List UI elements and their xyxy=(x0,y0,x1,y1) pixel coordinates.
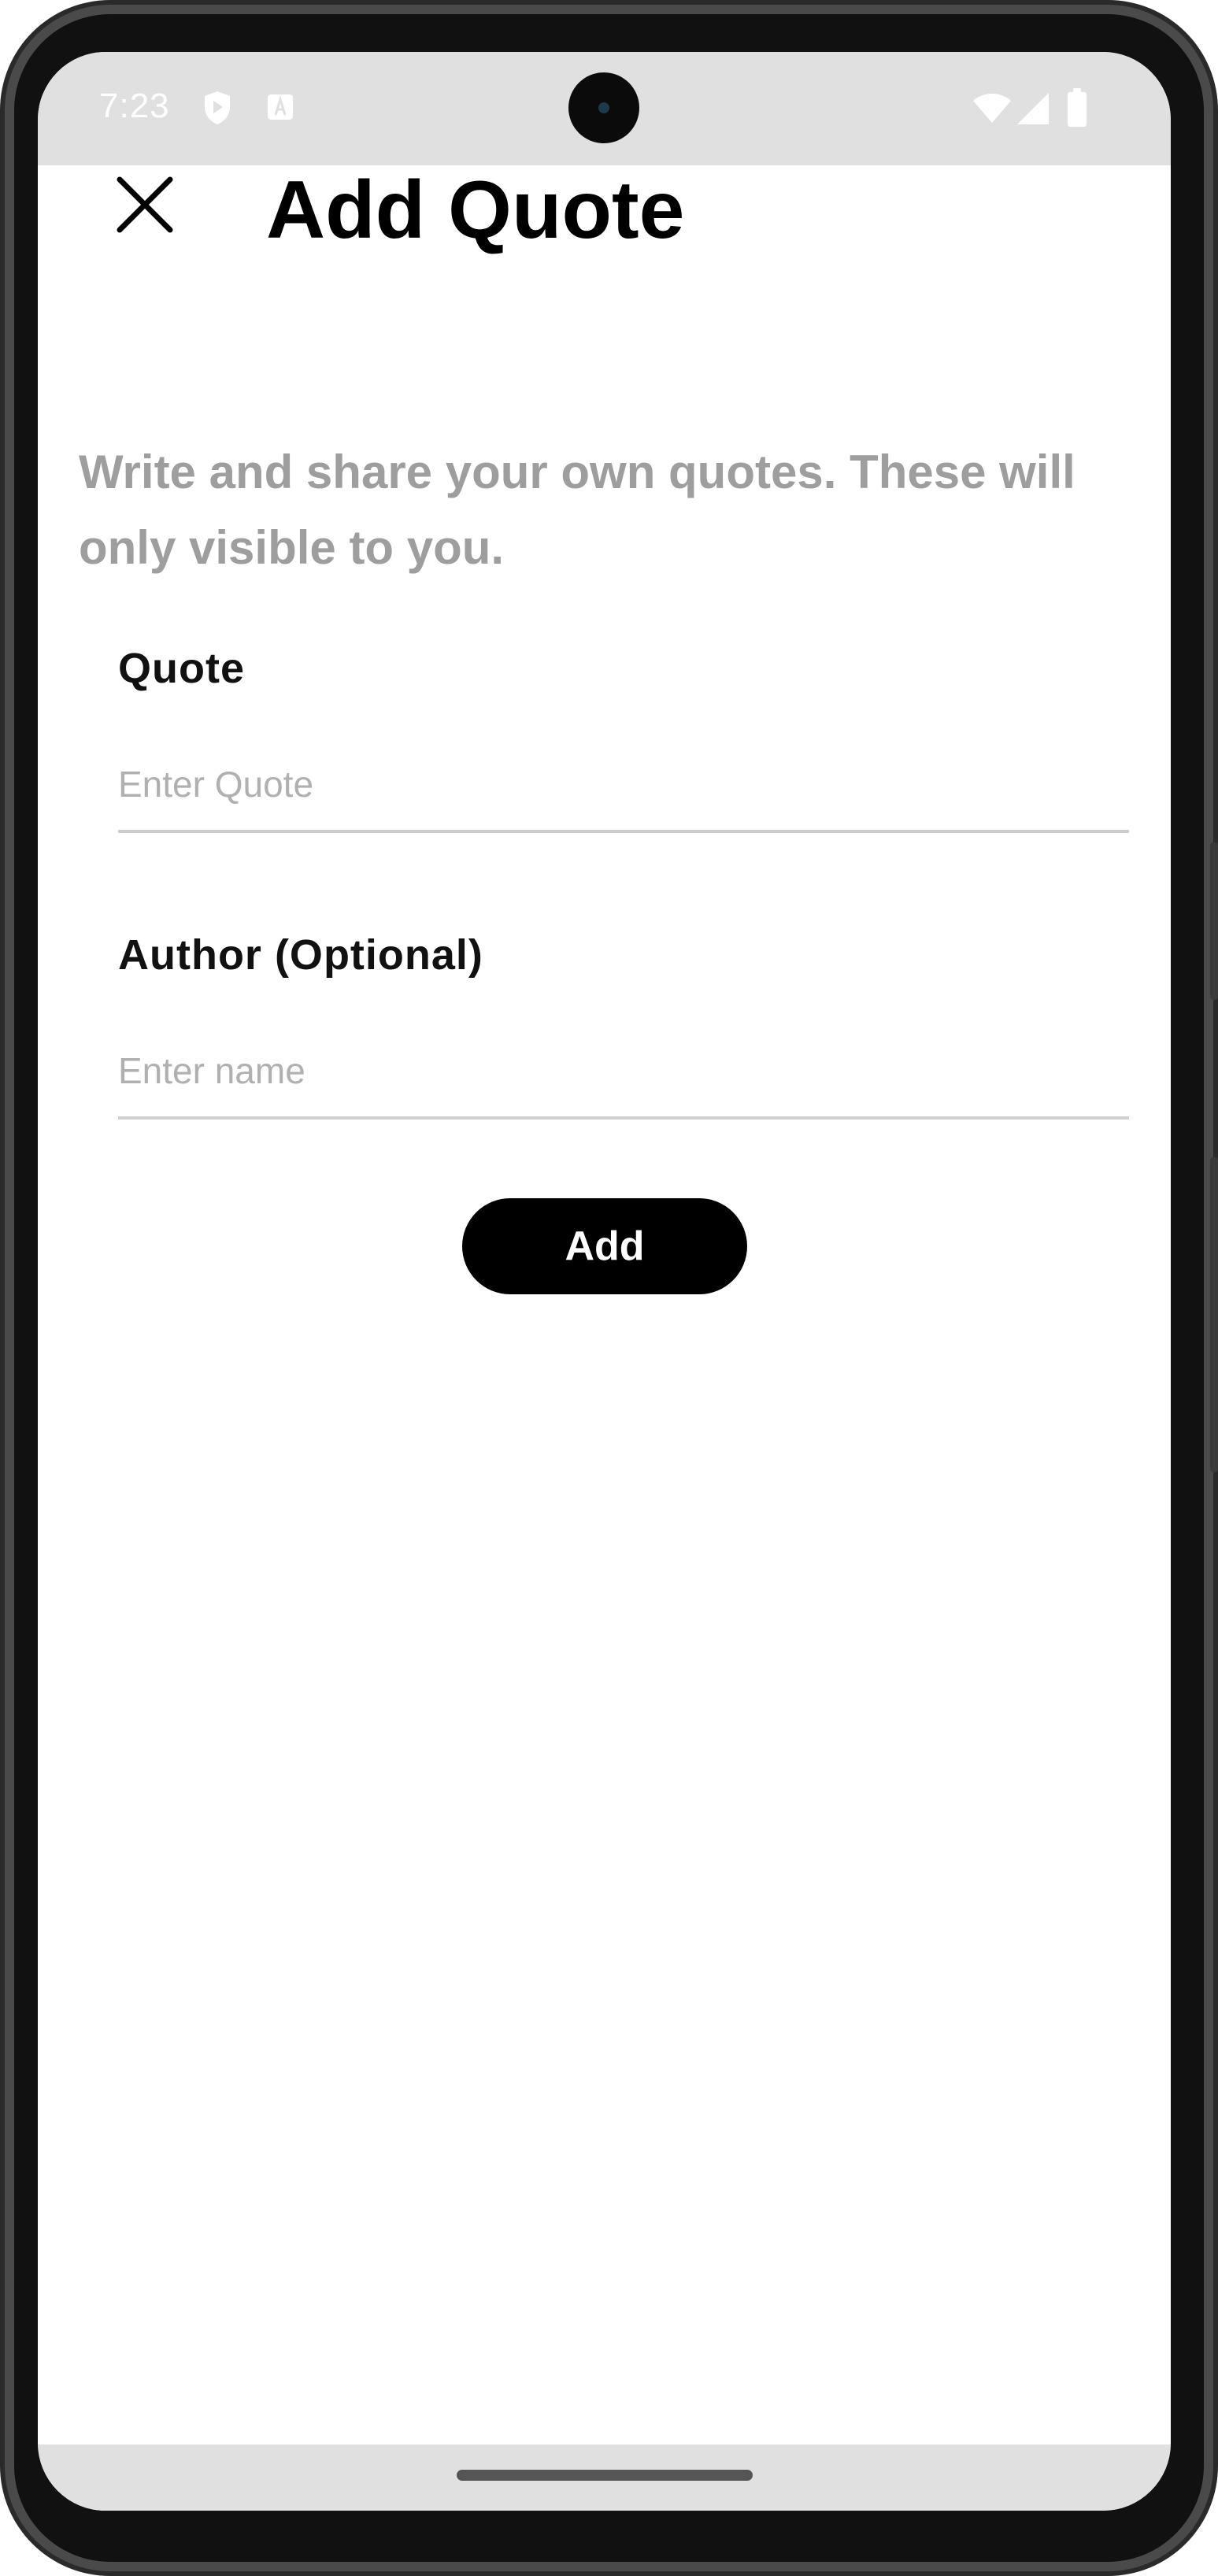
add-button[interactable]: Add xyxy=(462,1198,747,1294)
battery-icon xyxy=(1068,88,1087,127)
shield-icon xyxy=(205,91,230,124)
close-button[interactable] xyxy=(107,167,183,242)
volume-button xyxy=(1210,842,1218,1000)
home-indicator[interactable] xyxy=(457,2470,753,2481)
quote-input[interactable] xyxy=(118,738,1129,833)
quote-label: Quote xyxy=(118,645,245,692)
close-icon xyxy=(117,176,173,233)
author-input[interactable] xyxy=(118,1025,1129,1120)
description-text: Write and share your own quotes. These w… xyxy=(79,446,1075,574)
signal-icon xyxy=(1017,93,1049,124)
navigation-bar xyxy=(38,2445,1171,2511)
page-title: Add Quote xyxy=(266,165,685,256)
author-label: Author (Optional) xyxy=(118,931,483,979)
wifi-icon xyxy=(973,94,1011,123)
a-icon xyxy=(268,94,293,120)
front-camera xyxy=(568,72,639,143)
phone-frame: 7:23 Add Quote Write and share your own … xyxy=(0,0,1218,2576)
status-time: 7:23 xyxy=(99,87,170,125)
power-button xyxy=(1210,1157,1218,1472)
screen: 7:23 Add Quote Write and share your own … xyxy=(38,52,1171,2511)
status-bar: 7:23 xyxy=(38,52,1171,165)
